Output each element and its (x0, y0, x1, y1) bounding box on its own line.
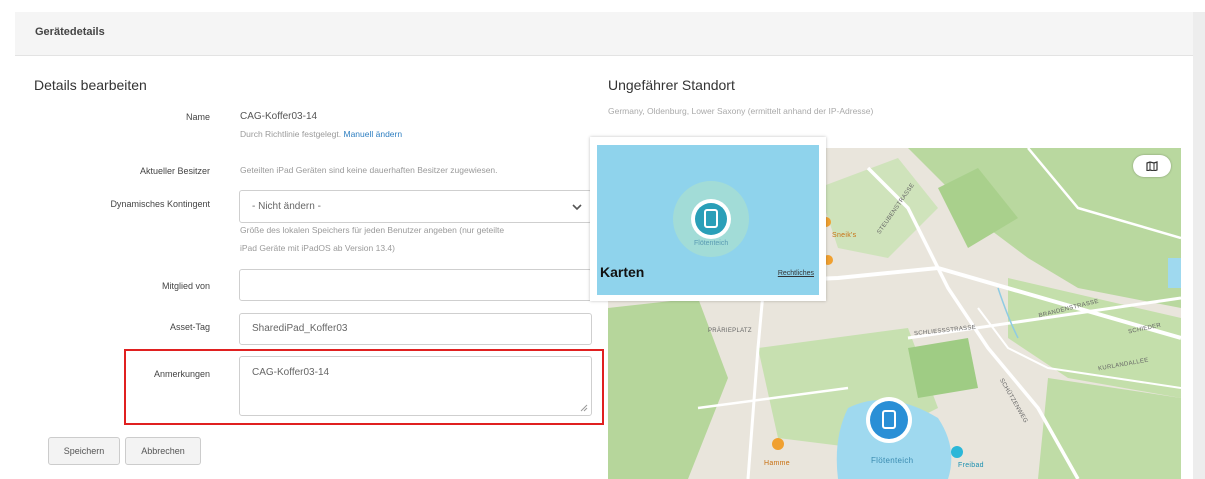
location-subtitle: Germany, Oldenburg, Lower Saxony (ermitt… (608, 106, 874, 116)
scrollbar-track[interactable] (1193, 12, 1205, 479)
cancel-button[interactable]: Abbrechen (125, 437, 201, 465)
member-input[interactable] (239, 269, 592, 301)
lake-label: Flötenteich (871, 456, 914, 465)
highlight-frame (124, 349, 604, 425)
map-mode-button[interactable] (1133, 155, 1171, 177)
member-label: Mitglied von (161, 281, 210, 291)
popup-place-label: Flötenteich (694, 240, 729, 247)
apple-maps-logo: Karten (600, 264, 644, 280)
name-help-text: Durch Richtlinie festgelegt. (240, 129, 342, 139)
manual-change-link[interactable]: Manuell ändern (343, 129, 402, 139)
name-value: CAG-Koffer03-14 (240, 111, 318, 122)
quota-selected-value: - Nicht ändern - (252, 201, 321, 212)
edit-section-title: Details bearbeiten (34, 77, 147, 93)
card-title: Gerätedetails (35, 26, 105, 38)
owner-help: Geteilten iPad Geräten sind keine dauerh… (240, 165, 498, 175)
street-label-7: PRÄRIEPLATZ (708, 328, 752, 334)
location-section-title: Ungefährer Standort (608, 77, 735, 93)
card-header: Gerätedetails (15, 12, 1193, 56)
legal-link[interactable]: Rechtliches (778, 270, 814, 277)
map-preview-popup[interactable]: Flötenteich Karten Rechtliches (590, 137, 826, 301)
maps-brand-label: Karten (600, 264, 645, 280)
asset-tag-input[interactable]: SharediPad_Koffer03 (239, 313, 592, 345)
quota-label: Dynamisches Kontingent (110, 199, 210, 209)
chevron-down-icon (572, 204, 582, 211)
quota-help-2: iPad Geräte mit iPadOS ab Version 13.4) (240, 243, 395, 253)
name-label: Name (185, 112, 210, 122)
poi-label-2: Freibad (958, 462, 984, 469)
save-button[interactable]: Speichern (48, 437, 120, 465)
map-icon (1146, 161, 1158, 171)
owner-label: Aktueller Besitzer (139, 166, 210, 176)
poi-label-1: Hamme (764, 460, 791, 467)
quota-help-1: Größe des lokalen Speichers für jeden Be… (240, 225, 505, 235)
quota-select[interactable]: - Nicht ändern - (239, 190, 592, 223)
asset-tag-label: Asset-Tag (169, 322, 210, 332)
poi-label-3: Sneik's (832, 232, 857, 239)
name-help: Durch Richtlinie festgelegt. Manuell änd… (240, 126, 402, 143)
